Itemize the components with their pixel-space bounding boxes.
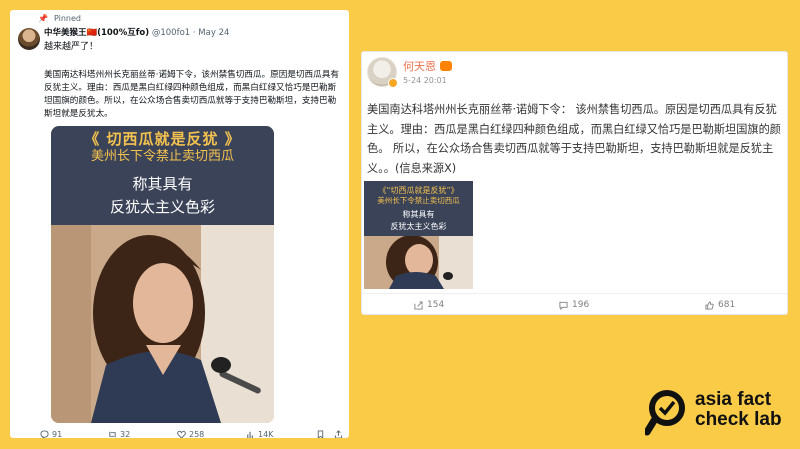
display-name[interactable]: 中华美猴王🇨🇳(100%互fo)	[44, 28, 149, 38]
comment-action[interactable]: 196	[559, 300, 589, 310]
image-subheadline: 美州长下令禁止卖切西瓜	[90, 149, 234, 164]
pin-icon: 📌	[38, 14, 48, 23]
author-row: 何天恩	[403, 58, 452, 74]
heart-icon	[177, 430, 186, 438]
view-count: 14K	[258, 430, 274, 438]
handle-and-date[interactable]: @100fo1 · May 24	[152, 28, 230, 38]
post-header: 中华美猴王🇨🇳(100%互fo) @100fo1 · May 24	[44, 26, 229, 38]
share-icon	[414, 300, 423, 310]
reply-action[interactable]: 91	[40, 430, 62, 438]
logo-text: asia fact check lab	[695, 390, 782, 430]
post-text: 美国南达科塔州州长克丽丝蒂·诺姆下令，该州禁售切西瓜。原因是切西瓜具有反犹主义。…	[44, 70, 339, 119]
pinned-label: Pinned	[53, 14, 81, 23]
thumbs-up-icon	[705, 300, 714, 310]
comment-icon	[559, 301, 568, 310]
share-count: 154	[427, 300, 445, 310]
weibo-post-card: 何天恩 5-24 20:01 美国南达科塔州州长克丽丝蒂·诺姆下令： 该州禁售切…	[361, 51, 788, 315]
repost-icon	[109, 431, 116, 438]
like-count: 681	[718, 300, 736, 310]
views-action[interactable]: 14K	[246, 430, 273, 438]
comment-count: 196	[572, 300, 590, 310]
portrait-photo	[51, 225, 274, 423]
reply-count: 91	[52, 430, 63, 438]
portrait-photo	[364, 236, 473, 289]
reply-icon	[40, 430, 49, 438]
vip-icon	[440, 61, 452, 71]
repost-action[interactable]: 32	[108, 430, 130, 438]
author-name[interactable]: 何天恩	[403, 58, 436, 74]
post-action-bar: 154 196 681	[362, 293, 787, 314]
avatar[interactable]	[18, 28, 40, 50]
like-count: 258	[189, 430, 205, 438]
x-post-card: 📌 Pinned 中华美猴王🇨🇳(100%互fo) @100fo1 · May …	[10, 10, 349, 438]
image-caption-line1: 称其具有	[132, 175, 193, 193]
post-first-line: 越来越严了！	[44, 42, 99, 52]
like-action[interactable]: 258	[177, 430, 204, 438]
views-icon	[247, 431, 253, 438]
image-caption-line2: 反犹太主义色彩	[109, 198, 215, 216]
image-banner: 《“切西瓜就是反犹”》 美州长下令禁止卖切西瓜 称其具有 反犹太主义色彩	[364, 181, 473, 236]
like-action[interactable]: 681	[705, 300, 735, 310]
asia-fact-check-lab-logo: asia fact check lab	[645, 388, 795, 438]
post-image[interactable]: 《“切西瓜就是反犹”》 美州长下令禁止卖切西瓜 称其具有 反犹太主义色彩	[364, 181, 473, 289]
image-caption-line2: 反犹太主义色彩	[390, 222, 447, 231]
logo-line1: asia fact	[695, 389, 772, 410]
image-caption-line1: 称其具有	[402, 210, 435, 219]
magnifier-logo-icon	[645, 390, 685, 436]
bookmark-icon[interactable]	[316, 430, 325, 438]
post-text: 美国南达科塔州州长克丽丝蒂·诺姆下令： 该州禁售切西瓜。原因是切西瓜具有反犹主义…	[367, 103, 781, 175]
verified-badge-icon	[388, 78, 398, 88]
share-icon[interactable]	[334, 430, 343, 438]
repost-count: 32	[120, 430, 131, 438]
share-action[interactable]: 154	[414, 300, 444, 310]
image-subheadline: 美州长下令禁止卖切西瓜	[377, 196, 460, 205]
image-banner: 《 切西瓜就是反犹 》 美州长下令禁止卖切西瓜 称其具有 反犹太主义色彩	[51, 126, 274, 225]
post-image[interactable]: 《 切西瓜就是反犹 》 美州长下令禁止卖切西瓜 称其具有 反犹太主义色彩	[51, 126, 274, 423]
logo-line2: check lab	[695, 409, 782, 430]
post-time[interactable]: 5-24 20:01	[403, 76, 447, 85]
pinned-indicator: 📌 Pinned	[38, 14, 81, 23]
